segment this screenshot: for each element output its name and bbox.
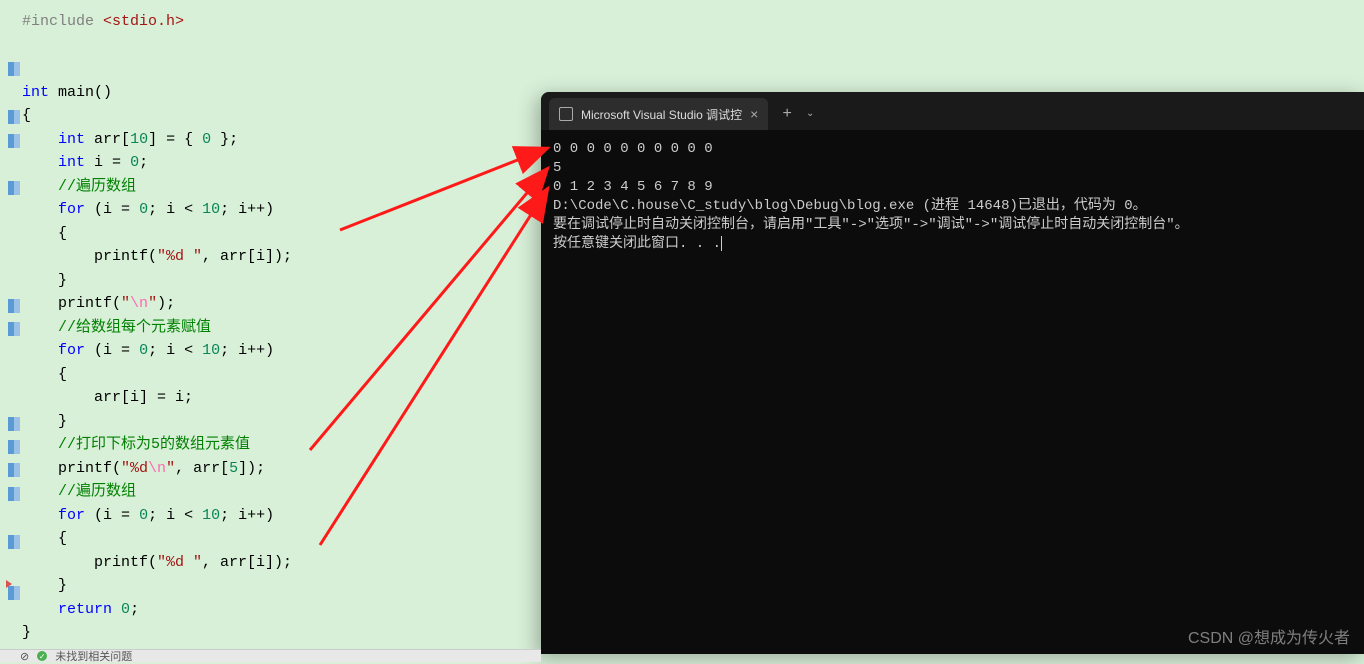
close-icon[interactable]: × (750, 106, 758, 122)
change-marker (8, 110, 20, 124)
literal-0: 0 (130, 154, 139, 171)
include-header: <stdio.h> (103, 13, 184, 30)
literal-10: 10 (202, 507, 220, 524)
vs-icon (559, 107, 573, 121)
keyword-int: int (22, 84, 49, 101)
console-titlebar[interactable]: Microsoft Visual Studio 调试控 × + ⌄ (541, 92, 1364, 130)
code-content[interactable]: #include <stdio.h> int main() { int arr[… (22, 10, 292, 645)
literal-10: 10 (202, 342, 220, 359)
literal-0: 0 (139, 507, 148, 524)
tab-dropdown-icon[interactable]: ⌄ (806, 108, 814, 120)
gutter: - (0, 0, 20, 662)
literal-0: 0 (121, 601, 130, 618)
output-line-4: D:\Code\C.house\C_study\blog\Debug\blog.… (553, 198, 1147, 214)
status-ok-icon: ✓ (37, 651, 47, 661)
change-marker (8, 535, 20, 549)
literal-5: 5 (229, 460, 238, 477)
keyword-int: int (58, 131, 85, 148)
comment-traverse2: //遍历数组 (58, 483, 136, 500)
keyword-int: int (58, 154, 85, 171)
literal-0: 0 (139, 201, 148, 218)
tab-title: Microsoft Visual Studio 调试控 (581, 106, 742, 123)
output-line-3: 0 1 2 3 4 5 6 7 8 9 (553, 179, 713, 195)
text-cursor (721, 236, 722, 251)
change-marker (8, 487, 20, 501)
change-marker (8, 322, 20, 336)
comment-traverse: //遍历数组 (58, 178, 136, 195)
literal-10: 10 (130, 131, 148, 148)
change-marker (8, 181, 20, 195)
comment-print5: //打印下标为5的数组元素值 (58, 436, 250, 453)
output-line-5: 要在调试停止时自动关闭控制台，请启用"工具"->"选项"->"调试"->"调试停… (553, 217, 1189, 233)
literal-0: 0 (139, 342, 148, 359)
change-marker (8, 299, 20, 313)
console-output[interactable]: 0 0 0 0 0 0 0 0 0 0 5 0 1 2 3 4 5 6 7 8 … (541, 130, 1364, 264)
keyword-for: for (58, 201, 85, 218)
output-line-6: 按任意键关闭此窗口. . . (553, 236, 721, 252)
change-marker (8, 440, 20, 454)
output-line-1: 0 0 0 0 0 0 0 0 0 0 (553, 141, 713, 157)
change-marker (8, 134, 20, 148)
output-line-2: 5 (553, 160, 561, 176)
keyword-return: return (58, 601, 112, 618)
breakpoint-indicator[interactable] (6, 580, 12, 588)
literal-0: 0 (202, 131, 211, 148)
change-marker (8, 463, 20, 477)
preprocessor: #include (22, 13, 94, 30)
status-warning-icon: ⊘ (20, 650, 29, 663)
statusbar: ⊘ ✓ 未找到相关问题 (0, 649, 541, 662)
keyword-for: for (58, 507, 85, 524)
add-tab-icon[interactable]: + (782, 105, 792, 123)
change-marker (8, 62, 20, 76)
comment-assign: //给数组每个元素赋值 (58, 319, 211, 336)
change-marker (8, 586, 20, 600)
watermark: CSDN @想成为传火者 (1188, 624, 1350, 648)
literal-10: 10 (202, 201, 220, 218)
console-window[interactable]: Microsoft Visual Studio 调试控 × + ⌄ 0 0 0 … (541, 92, 1364, 654)
console-tab[interactable]: Microsoft Visual Studio 调试控 × (549, 98, 768, 130)
keyword-for: for (58, 342, 85, 359)
change-marker (8, 417, 20, 431)
